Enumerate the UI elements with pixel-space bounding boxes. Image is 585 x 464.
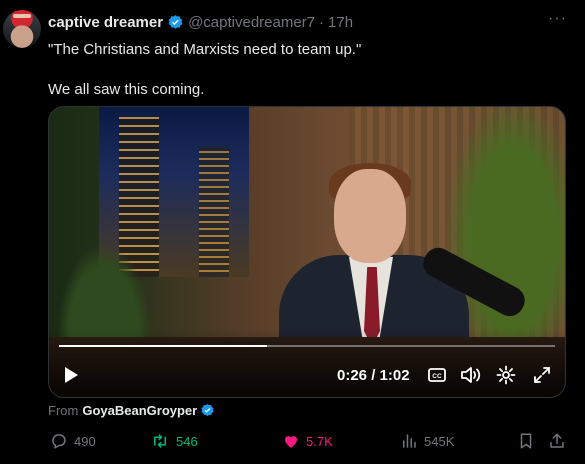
views-count: 545K: [424, 433, 455, 449]
svg-text:CC: CC: [432, 373, 442, 380]
timestamp[interactable]: 17h: [328, 14, 353, 31]
source-account[interactable]: GoyaBeanGroyper: [82, 403, 197, 418]
settings-icon[interactable]: [495, 363, 517, 387]
repost-icon: [154, 434, 166, 448]
tweet-header: captive dreamer @captivedreamer7 · 17h: [48, 12, 353, 32]
display-name[interactable]: captive dreamer: [48, 14, 163, 31]
video-progress-bar[interactable]: [59, 345, 555, 347]
separator-dot: ·: [319, 13, 325, 31]
volume-icon[interactable]: [459, 363, 483, 387]
more-dots-icon[interactable]: ···: [548, 10, 567, 28]
tweet-line-quote: "The Christians and Marxists need to tea…: [48, 41, 362, 58]
repost-count: 546: [176, 433, 198, 449]
bookmark-icon: [520, 433, 532, 449]
tweet-line-comment: We all saw this coming.: [48, 81, 205, 98]
bookmark-button[interactable]: [518, 430, 540, 452]
heart-icon: [285, 436, 297, 448]
video-time-readout: 0:26 / 1:02: [337, 366, 410, 384]
handle[interactable]: @captivedreamer7: [188, 14, 315, 31]
reply-icon: [52, 434, 66, 449]
analytics-icon: [403, 434, 416, 448]
source-verified-badge-icon: [201, 403, 214, 417]
action-bar: 490 546 5.7K 545K: [48, 430, 568, 452]
fullscreen-icon[interactable]: [531, 363, 553, 387]
reply-count: 490: [74, 433, 96, 449]
captions-icon[interactable]: CC: [427, 363, 447, 387]
play-icon[interactable]: [61, 363, 81, 387]
like-button[interactable]: 5.7K: [282, 430, 333, 452]
like-count: 5.7K: [306, 433, 333, 449]
video-player[interactable]: 0:26 / 1:02 CC: [48, 106, 566, 398]
verified-badge-icon: [168, 14, 183, 29]
video-progress-fill: [59, 345, 268, 347]
repost-button[interactable]: 546: [150, 430, 198, 452]
from-label: From: [48, 403, 79, 418]
video-source: From GoyaBeanGroyper: [48, 403, 215, 418]
reply-button[interactable]: 490: [50, 430, 96, 452]
avatar[interactable]: [3, 10, 41, 48]
share-icon: [550, 433, 564, 448]
share-button[interactable]: [548, 430, 572, 452]
views-button[interactable]: 545K: [400, 430, 454, 452]
